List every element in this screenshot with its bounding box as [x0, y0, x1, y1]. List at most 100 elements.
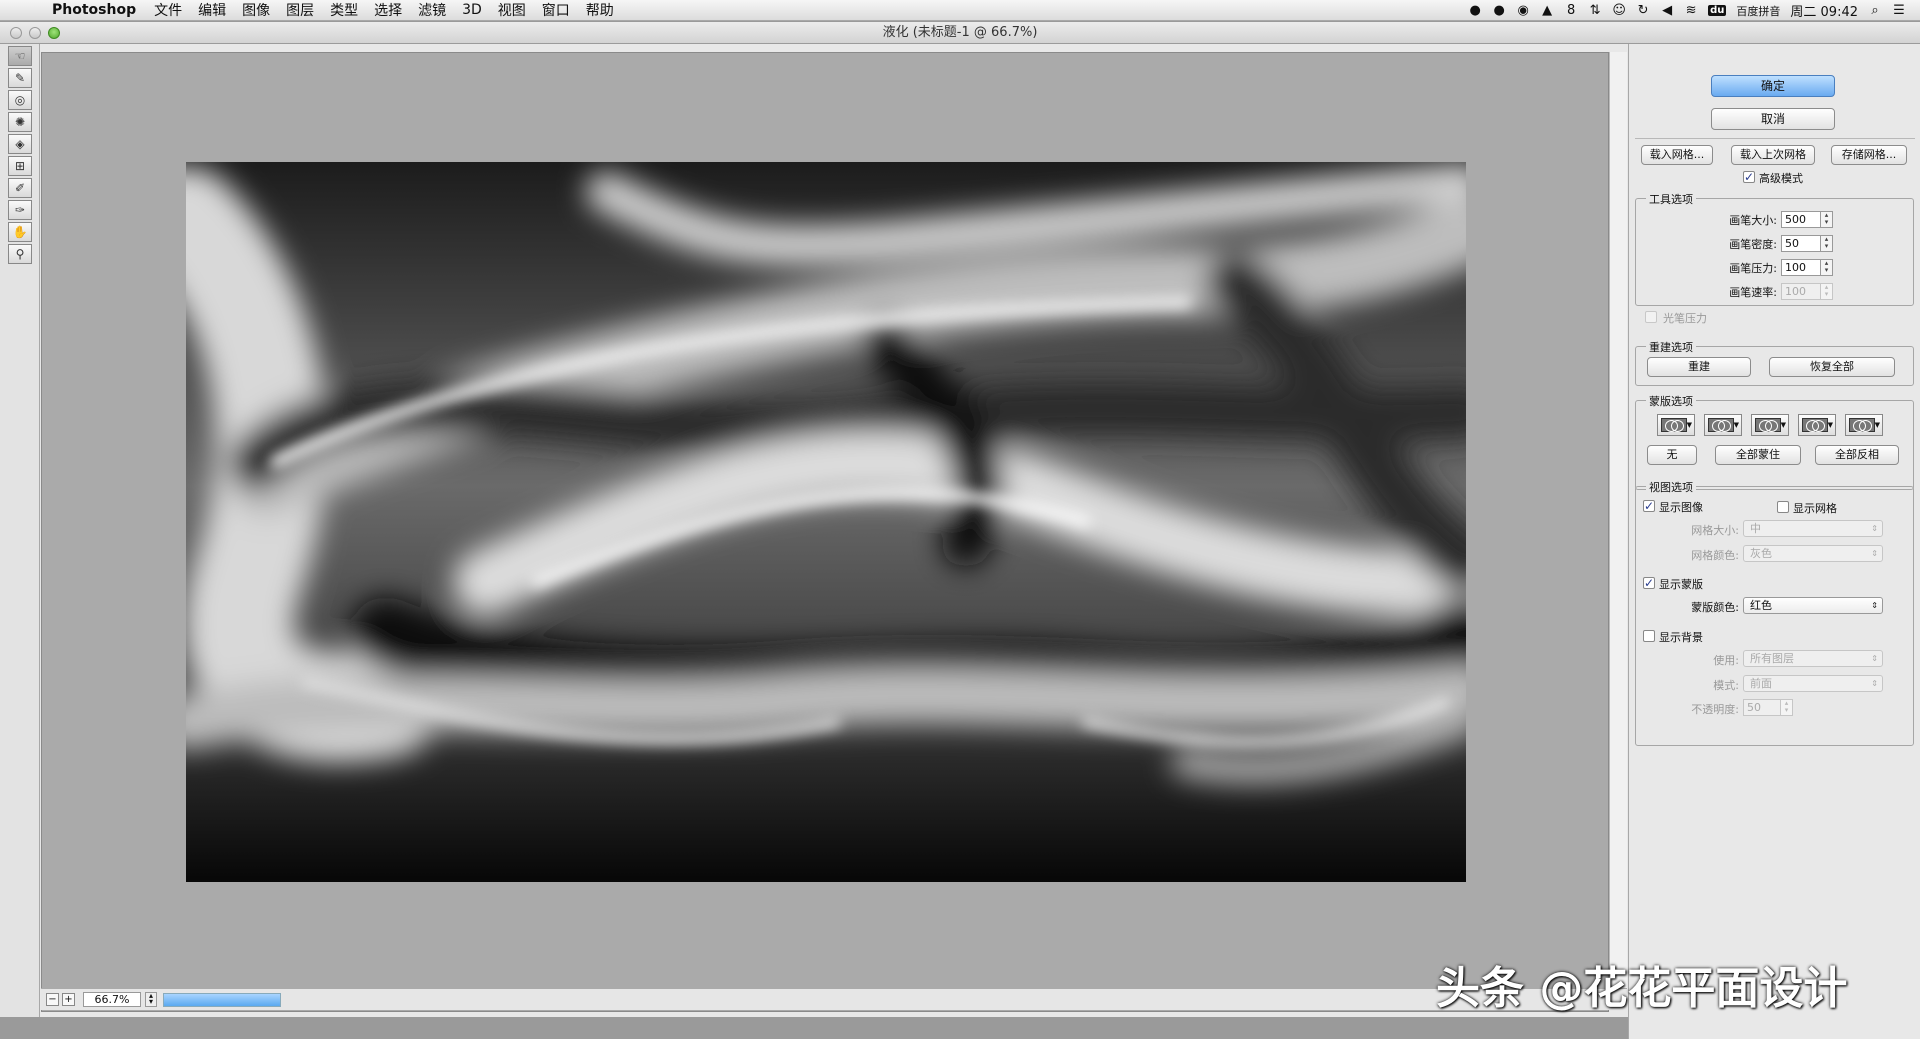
zoom-level-field[interactable]: 66.7% — [83, 992, 141, 1007]
hand-tool-icon[interactable]: ✋ — [8, 222, 32, 242]
menu-view[interactable]: 视图 — [498, 0, 526, 20]
minimize-window-button[interactable] — [29, 27, 41, 39]
view-options-title: 视图选项 — [1646, 479, 1696, 495]
brush-density-field[interactable]: 50 — [1781, 235, 1821, 252]
baidu-ime-icon[interactable]: du — [1708, 5, 1727, 16]
close-window-button[interactable] — [10, 27, 22, 39]
cancel-button[interactable]: 取消 — [1711, 108, 1835, 130]
mask-intersect-selection-icon[interactable]: ▼ — [1798, 414, 1836, 436]
save-mesh-button[interactable]: 存储网格... — [1831, 145, 1907, 165]
bloat-tool-icon[interactable]: ◈ — [8, 134, 32, 154]
wechat-icon[interactable]: ◉ — [1516, 3, 1530, 18]
clock[interactable]: 周二 09:42 — [1790, 1, 1858, 20]
advanced-mode-checkbox[interactable]: ✓ — [1743, 171, 1755, 183]
menu-edit[interactable]: 编辑 — [198, 0, 226, 20]
opacity-label: 不透明度: — [1691, 703, 1739, 716]
mask-invert-selection-icon[interactable]: ▼ — [1845, 414, 1883, 436]
select-arrows-icon: ⇕ — [1871, 549, 1878, 558]
freeze-mask-tool-icon[interactable]: ✐ — [8, 178, 32, 198]
mesh-size-label: 网格大小: — [1691, 524, 1739, 537]
zoom-stepper-icon[interactable]: ▴ ▾ — [145, 992, 157, 1007]
select-arrows-icon: ⇕ — [1871, 654, 1878, 663]
restore-all-button[interactable]: 恢复全部 — [1769, 357, 1895, 377]
zoom-window-button[interactable] — [48, 27, 60, 39]
brush-size-stepper[interactable]: ▴ ▾ — [1821, 211, 1833, 228]
wifi-icon[interactable]: ≋ — [1684, 3, 1698, 18]
show-image-checkbox[interactable]: ✓ — [1643, 500, 1655, 512]
qq-icon-2[interactable]: ● — [1492, 3, 1506, 18]
stylus-pressure-checkbox[interactable] — [1645, 311, 1657, 323]
options-panel: 确定 取消 载入网格... 载入上次网格 存储网格... ✓ 高级模式 工具选项… — [1628, 44, 1920, 1039]
show-image-label: 显示图像 — [1659, 501, 1703, 514]
menu-app-name[interactable]: Photoshop — [52, 2, 136, 18]
reconstruct-button[interactable]: 重建 — [1647, 357, 1751, 377]
show-mask-label: 显示蒙版 — [1659, 578, 1703, 591]
adobe-icon[interactable]: ▲ — [1540, 3, 1554, 18]
show-mask-checkbox[interactable]: ✓ — [1643, 577, 1655, 589]
mesh-size-value: 中 — [1750, 522, 1761, 535]
liquify-toolbar: ☜ ✎ ◎ ✺ ◈ ⊞ ✐ ✑ ✋ ⚲ — [0, 44, 40, 1017]
mesh-size-select[interactable]: 中 ⇕ — [1743, 520, 1883, 537]
menu-filter[interactable]: 滤镜 — [418, 0, 446, 20]
brush-rate-field[interactable]: 100 — [1781, 283, 1821, 300]
menu-layer[interactable]: 图层 — [286, 0, 314, 20]
menu-type[interactable]: 类型 — [330, 0, 358, 20]
menu-bar: Photoshop 文件 编辑 图像 图层 类型 选择 滤镜 3D 视图 窗口 … — [0, 0, 1920, 21]
reconstruct-tool-icon[interactable]: ✎ — [8, 68, 32, 88]
mask-replace-selection-icon[interactable]: ▼ — [1657, 414, 1695, 436]
invert-all-button[interactable]: 全部反相 — [1815, 445, 1899, 465]
stylus-pressure-label: 光笔压力 — [1663, 312, 1707, 325]
zoom-in-button[interactable]: + — [62, 993, 75, 1006]
ok-button[interactable]: 确定 — [1711, 75, 1835, 97]
push-left-tool-icon[interactable]: ⊞ — [8, 156, 32, 176]
mask-subtract-selection-icon[interactable]: ▼ — [1751, 414, 1789, 436]
window-titlebar: 液化 (未标题-1 @ 66.7%) — [0, 22, 1920, 44]
menu-select[interactable]: 选择 — [374, 0, 402, 20]
use-select[interactable]: 所有图层 ⇕ — [1743, 650, 1883, 667]
mask-color-select[interactable]: 红色 ⇕ — [1743, 597, 1883, 614]
opacity-stepper[interactable]: ▴ ▾ — [1781, 699, 1793, 716]
pucker-tool-icon[interactable]: ✺ — [8, 112, 32, 132]
volume-icon[interactable]: ◀ — [1660, 3, 1674, 18]
progress-bar — [163, 992, 281, 1007]
menu-3d[interactable]: 3D — [462, 2, 482, 18]
zoom-tool-icon[interactable]: ⚲ — [8, 244, 32, 264]
brush-rate-stepper[interactable]: ▴ ▾ — [1821, 283, 1833, 300]
forward-warp-tool-icon[interactable]: ☜ — [8, 46, 32, 66]
mask-all-button[interactable]: 全部蒙住 — [1715, 445, 1801, 465]
time-machine-icon[interactable]: ↻ — [1636, 3, 1650, 18]
menu-file[interactable]: 文件 — [154, 0, 182, 20]
mesh-color-select[interactable]: 灰色 ⇕ — [1743, 545, 1883, 562]
mask-add-to-selection-icon[interactable]: ▼ — [1704, 414, 1742, 436]
notification-center-icon[interactable]: ☰ — [1892, 3, 1906, 18]
reconstruct-options-title: 重建选项 — [1646, 339, 1696, 355]
thaw-mask-tool-icon[interactable]: ✑ — [8, 200, 32, 220]
vertical-scrollbar[interactable] — [1609, 52, 1627, 1000]
twirl-tool-icon[interactable]: ◎ — [8, 90, 32, 110]
load-mesh-button[interactable]: 载入网格... — [1641, 145, 1713, 165]
mode-select[interactable]: 前面 ⇕ — [1743, 675, 1883, 692]
mask-none-button[interactable]: 无 — [1647, 445, 1697, 465]
input-method-label[interactable]: 百度拼音 — [1736, 3, 1780, 19]
opacity-field[interactable]: 50 — [1743, 699, 1781, 716]
show-backdrop-checkbox[interactable] — [1643, 630, 1655, 642]
zoom-out-button[interactable]: − — [46, 993, 59, 1006]
accessibility-icon[interactable]: ☺ — [1612, 3, 1626, 18]
qq-icon[interactable]: ● — [1468, 3, 1482, 18]
brush-rate-label: 画笔速率: — [1729, 286, 1777, 299]
mode-value: 前面 — [1750, 677, 1772, 690]
show-mesh-checkbox[interactable] — [1777, 501, 1789, 513]
brush-pressure-stepper[interactable]: ▴ ▾ — [1821, 259, 1833, 276]
load-last-mesh-button[interactable]: 载入上次网格 — [1731, 145, 1815, 165]
spotlight-search-icon[interactable]: ⌕ — [1868, 3, 1882, 18]
menu-window[interactable]: 窗口 — [542, 0, 570, 20]
liquified-image[interactable] — [186, 162, 1466, 882]
window-title: 液化 (未标题-1 @ 66.7%) — [882, 25, 1038, 40]
brush-size-field[interactable]: 500 — [1781, 211, 1821, 228]
menu-image[interactable]: 图像 — [242, 0, 270, 20]
brush-density-stepper[interactable]: ▴ ▾ — [1821, 235, 1833, 252]
sync-icon[interactable]: ⇅ — [1588, 3, 1602, 18]
brush-pressure-field[interactable]: 100 — [1781, 259, 1821, 276]
menu-help[interactable]: 帮助 — [586, 0, 614, 20]
preview-canvas[interactable] — [41, 52, 1609, 1012]
